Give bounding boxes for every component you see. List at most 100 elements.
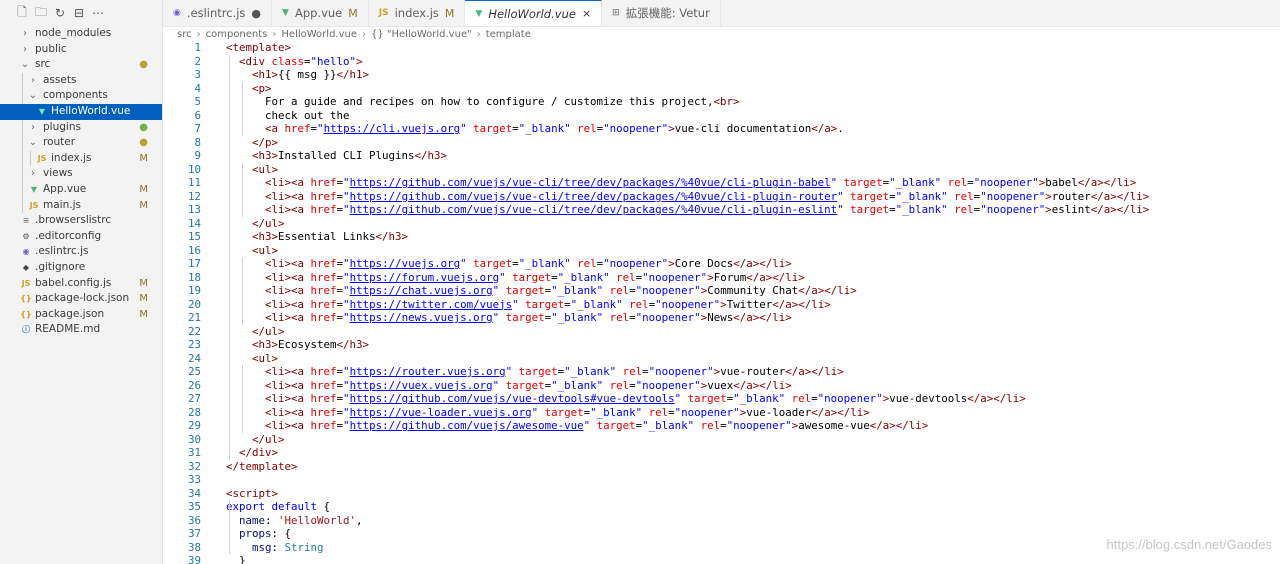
tree-item[interactable]: ⌄ components [0,88,162,104]
new-file-icon[interactable]: 🗋 [16,3,28,24]
code-token: vue-devtools [889,392,968,405]
code-token: : { [271,527,292,540]
tree-item[interactable]: ▼ App.vue M [0,181,162,198]
code-line: 39 } [163,554,1280,564]
code-token: rel [622,297,649,311]
code-token: babel [1045,176,1078,189]
code-token: </a></li> [811,405,870,419]
tree-item[interactable]: JS main.js M [0,197,162,214]
tab-label: .eslintrc.js [186,6,246,20]
code-text: <ul> [226,163,278,177]
code-token: <template> [226,41,292,54]
vue-file-icon: ▼ [30,184,38,194]
tree-item-label: package.json [35,307,105,320]
code-token: target [538,405,584,419]
code-token[interactable]: https://vuejs.org [350,257,461,270]
git-status-badge: M [139,293,148,305]
code-token[interactable]: https://github.com/vuejs/vue-cli/tree/de… [350,176,831,189]
line-number: 19 [187,284,201,297]
tree-item[interactable]: {} package.json M [0,307,162,323]
close-icon[interactable]: × [582,7,591,20]
line-number: 38 [187,540,201,554]
code-token: target [466,122,513,135]
code-token[interactable]: https://github.com/vuejs/vue-cli/tree/de… [350,203,838,216]
code-token[interactable]: https://github.com/vuejs/awesome-vue [350,419,584,432]
code-token[interactable]: https://twitter.com/vuejs [350,298,513,311]
tab--vetur[interactable]: ⊞ 拡張機能: Vetur [602,0,721,26]
code-text: name: 'HelloWorld', [226,514,363,528]
code-token: <li><a [226,284,311,297]
refresh-icon[interactable]: ↻ [54,6,66,20]
code-token: "_blank" [551,311,604,324]
code-token: </a></li> [798,284,857,297]
code-text: </p> [226,136,278,150]
code-token: , [356,513,363,527]
code-token: News [707,311,734,324]
line-number: 33 [187,473,201,486]
indent-guide [229,500,230,554]
tree-item[interactable]: ⓘ README.md [0,322,162,338]
breadcrumb-item[interactable]: HelloWorld.vue [281,29,357,40]
tree-item[interactable]: JS babel.config.js M [0,276,162,292]
collapse-icon[interactable]: ⊟ [73,6,85,20]
line-number: 3 [194,68,201,81]
code-token[interactable]: https://router.vuejs.org [350,365,506,378]
code-text: <li><a href="https://github.com/vuejs/vu… [226,203,1149,217]
tree-item[interactable]: › plugins ● [0,119,162,136]
tab--eslintrc-js[interactable]: ◉ .eslintrc.js ● [163,0,273,26]
code-token: Essential Links [278,230,376,243]
tree-item[interactable]: ⚙ .editorconfig [0,229,162,245]
tab-index-js[interactable]: JS index.js M [369,0,466,26]
tree-item[interactable]: JS index.js M [0,150,162,167]
code-token: <h3> [226,230,279,243]
breadcrumb-item[interactable]: {} "HelloWorld.vue" [371,29,472,40]
indent-guide [242,257,243,325]
tree-item[interactable]: › node_modules [0,26,162,42]
code-token[interactable]: https://cli.vuejs.org [324,122,461,135]
code-token[interactable]: https://vue-loader.vuejs.org [350,406,532,419]
indent-guide [22,181,23,198]
tree-item[interactable]: ⌄ src ● [0,57,162,73]
chevron-right-icon: › [362,28,366,40]
json-file-icon: {} [20,294,32,304]
breadcrumb-item[interactable]: src [177,29,192,40]
code-token: eslint [1051,203,1091,216]
code-token: "_blank" [895,189,948,203]
more-icon[interactable]: ⋯ [92,6,104,20]
tree-item[interactable]: ◉ .eslintrc.js [0,244,162,260]
code-token: <li><a [226,365,311,378]
tree-item[interactable]: ▼ HelloWorld.vue [0,103,162,120]
tree-item[interactable]: › assets [0,72,162,89]
code-editor[interactable]: 1 <template> 2 <div class="hello"> 3 <h1>{{… [163,41,1280,564]
code-token[interactable]: https://news.vuejs.org [350,311,493,324]
code-token[interactable]: https://github.com/vuejs/vue-devtools#vu… [350,392,675,405]
code-token[interactable]: https://vuex.vuejs.org [350,379,493,392]
code-token: </a></li> [733,311,792,324]
breadcrumb-item[interactable]: template [486,29,531,40]
tree-item[interactable]: › public [0,42,162,58]
tab-helloworld-vue[interactable]: ▼ HelloWorld.vue × [465,0,603,26]
code-token[interactable]: https://forum.vuejs.org [350,271,500,284]
code-token[interactable]: https://chat.vuejs.org [350,284,493,297]
new-folder-icon[interactable]: 🗀 [35,3,47,24]
line-number: 6 [194,108,201,122]
code-line: 12 <li><a href="https://github.com/vuejs… [163,190,1280,204]
tree-item[interactable]: {} package-lock.json M [0,291,162,307]
tree-item-label: babel.config.js [35,276,112,289]
breadcrumb-item[interactable]: components [206,29,268,40]
code-token: <h3> [226,338,279,351]
tree-item[interactable]: › views [0,166,162,182]
code-token[interactable]: https://github.com/vuejs/vue-cli/tree/de… [350,190,838,203]
code-token: "_blank" [551,378,604,392]
code-token: vuex [707,378,734,392]
code-line: 36 name: 'HelloWorld', [163,514,1280,528]
code-token: "noopener" [648,365,714,378]
line-number: 34 [187,486,201,500]
tree-item[interactable]: ◆ .gitignore [0,260,162,276]
code-token: vue-loader [746,405,812,419]
code-token: target [499,311,545,324]
code-token: href [284,122,311,135]
tree-item[interactable]: ⌄ router ● [0,135,162,151]
tab-app-vue[interactable]: ▼ App.vue M [272,0,369,26]
tree-item[interactable]: ≡ .browserslistrc [0,213,162,229]
